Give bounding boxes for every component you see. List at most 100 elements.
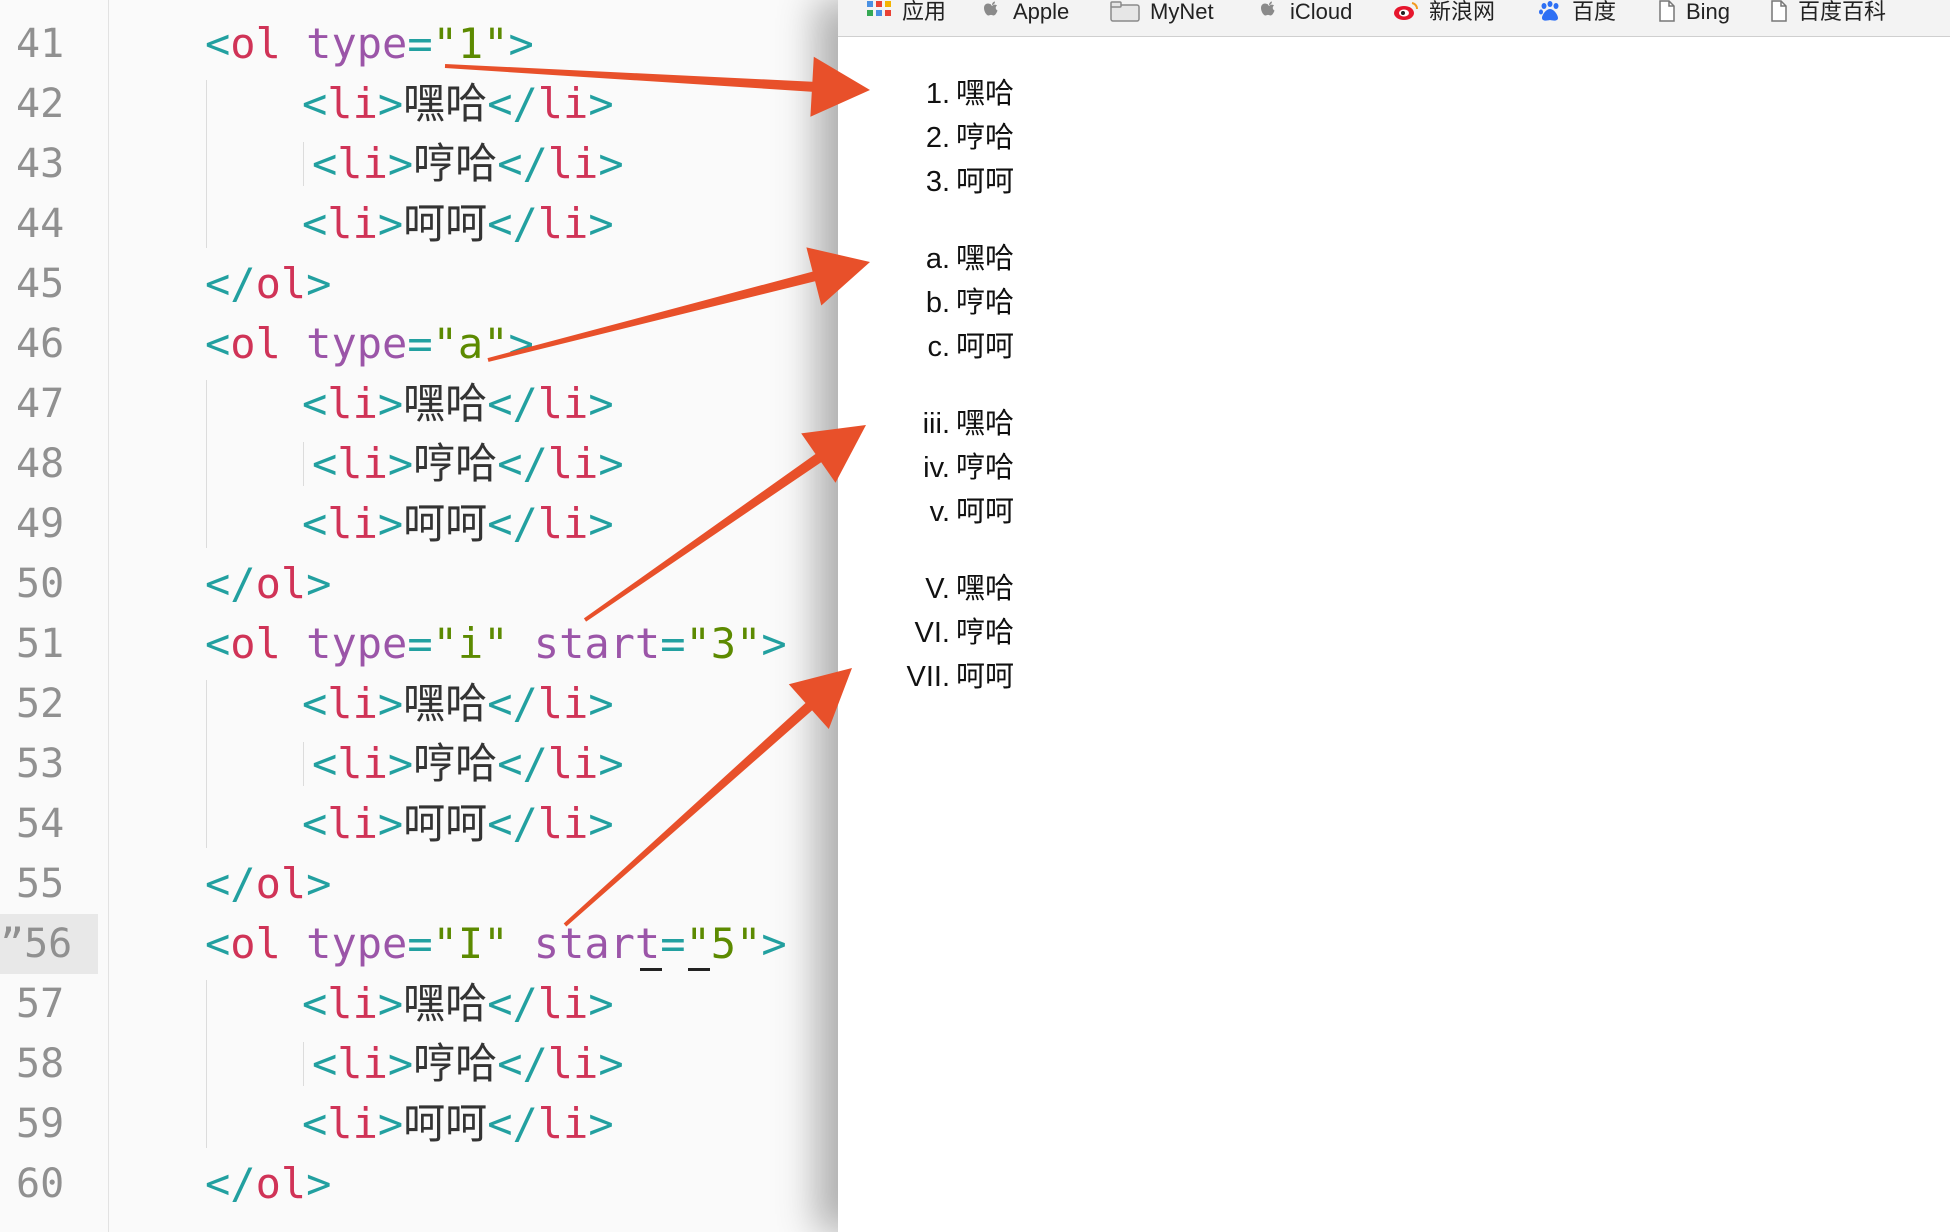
code-token: = (407, 619, 433, 668)
bookmark-item[interactable]: 百度百科 (1770, 0, 1886, 30)
code-token: "1" (432, 19, 509, 68)
code-token: > (377, 79, 404, 128)
code-line[interactable]: 43 <li>哼哈</li> (0, 134, 838, 194)
code-line[interactable]: ”56 <ol type="I" start="5"> (0, 914, 838, 974)
code-token: ol (255, 1159, 307, 1208)
code-token: > (588, 1099, 614, 1148)
code-token: ol (255, 259, 307, 308)
code-token: </ (487, 199, 538, 248)
bookmark-item[interactable]: 新浪网 (1393, 0, 1495, 30)
code-text: </ol> (205, 254, 331, 314)
bookmark-item[interactable]: Apple (981, 0, 1069, 30)
code-line[interactable]: 59 <li>呵呵</li> (0, 1094, 838, 1154)
line-number: 45 (16, 261, 65, 307)
line-number: 51 (16, 621, 65, 667)
code-line[interactable]: 50 </ol> (0, 554, 838, 614)
bookmark-item[interactable]: 应用 (866, 0, 946, 30)
code-token: 呵呵 (403, 499, 488, 548)
line-number: 57 (16, 981, 65, 1027)
line-number: 48 (16, 441, 65, 487)
code-token: li (547, 439, 599, 488)
code-token: 哼哈 (413, 439, 498, 488)
bookmark-item[interactable]: iCloud (1258, 0, 1352, 30)
code-token: > (588, 979, 614, 1028)
code-line[interactable]: 45 </ol> (0, 254, 838, 314)
code-token: li (327, 199, 378, 248)
bookmark-label: Bing (1686, 0, 1731, 24)
code-token: </ (497, 739, 548, 788)
code-token: > (306, 1159, 332, 1208)
code-token: li (537, 499, 589, 548)
code-token: > (598, 439, 624, 488)
code-line[interactable]: 47 <li>嘿哈</li> (0, 374, 838, 434)
code-line[interactable]: 41 <ol type="1"> (0, 14, 838, 74)
code-token: li (537, 379, 589, 428)
code-line[interactable]: 57 <li>嘿哈</li> (0, 974, 838, 1034)
code-token: 呵呵 (403, 1099, 488, 1148)
list-marker: c. (927, 331, 950, 363)
code-line[interactable]: 51 <ol type="i" start="3"> (0, 614, 838, 674)
code-token: = (407, 319, 433, 368)
indent-guide (206, 80, 207, 248)
code-line[interactable]: 55 </ol> (0, 854, 838, 914)
code-token: > (377, 499, 404, 548)
code-line[interactable]: 58 <li>哼哈</li> (0, 1034, 838, 1094)
code-line[interactable]: 42 <li>嘿哈</li> (0, 74, 838, 134)
apple-icon (1258, 0, 1280, 26)
bookmark-item[interactable]: Bing (1658, 0, 1730, 30)
code-line[interactable]: 52 <li>嘿哈</li> (0, 674, 838, 734)
code-token: "3" (685, 619, 762, 668)
code-line[interactable]: 54 <li>呵呵</li> (0, 794, 838, 854)
list-marker: VII. (906, 661, 950, 693)
code-line[interactable]: 53 <li>哼哈</li> (0, 734, 838, 794)
code-line[interactable]: 49 <li>呵呵</li> (0, 494, 838, 554)
code-text: <ol type="i" start="3"> (205, 614, 787, 674)
bookmark-item[interactable]: 百度 (1538, 0, 1616, 30)
code-token: start (533, 919, 661, 968)
code-token: li (537, 79, 589, 128)
list-marker: 3. (925, 166, 950, 198)
code-token: < (302, 199, 328, 248)
indent-guide (206, 680, 207, 848)
list-item: V. 嘿哈 (838, 567, 1098, 611)
list-item-text: 嘿哈 (956, 573, 1015, 605)
code-token: 哼哈 (413, 739, 498, 788)
code-token: < (302, 679, 328, 728)
code-text: <li>呵呵</li> (302, 494, 614, 554)
list-marker: 2. (925, 122, 950, 154)
line-number: 54 (16, 801, 65, 847)
apps-grid-icon (866, 0, 892, 26)
code-token: > (588, 679, 614, 728)
code-line[interactable]: 48 <li>哼哈</li> (0, 434, 838, 494)
code-token: 嘿哈 (403, 679, 488, 728)
line-number: 50 (16, 561, 65, 607)
text-cursor-underline (640, 968, 662, 971)
ordered-list: iii. 嘿哈 iv. 哼哈 v. 呵呵 (838, 402, 1098, 534)
code-token: 嘿哈 (403, 79, 488, 128)
code-text: <li>哼哈</li> (312, 1034, 624, 1094)
baidu-paw-icon (1538, 0, 1562, 26)
code-text: <li>呵呵</li> (302, 794, 614, 854)
code-line[interactable]: 44 <li>呵呵</li> (0, 194, 838, 254)
list-item-text: 呵呵 (956, 331, 1015, 363)
code-token: li (547, 139, 599, 188)
code-token: < (312, 439, 338, 488)
code-line[interactable]: 46 <ol type="a"> (0, 314, 838, 374)
code-token: < (312, 139, 338, 188)
line-number: 47 (16, 381, 65, 427)
code-token: li (547, 1039, 599, 1088)
indent-guide (303, 442, 304, 486)
code-token: li (537, 979, 589, 1028)
code-line[interactable]: 60 </ol> (0, 1154, 838, 1214)
code-token: type (306, 919, 408, 968)
bookmark-item[interactable]: MyNet (1110, 0, 1214, 30)
list-item-text: 呵呵 (956, 166, 1015, 198)
list-item-text: 哼哈 (956, 452, 1015, 484)
code-token: li (327, 499, 378, 548)
code-editor[interactable]: 41 <ol type="1"> 42 <li>嘿哈</li> 43 <li>哼哈</li… (0, 0, 838, 1232)
code-text: <li>呵呵</li> (302, 194, 614, 254)
code-token: > (508, 319, 534, 368)
code-token: li (337, 439, 388, 488)
list-marker: 1. (925, 78, 950, 110)
